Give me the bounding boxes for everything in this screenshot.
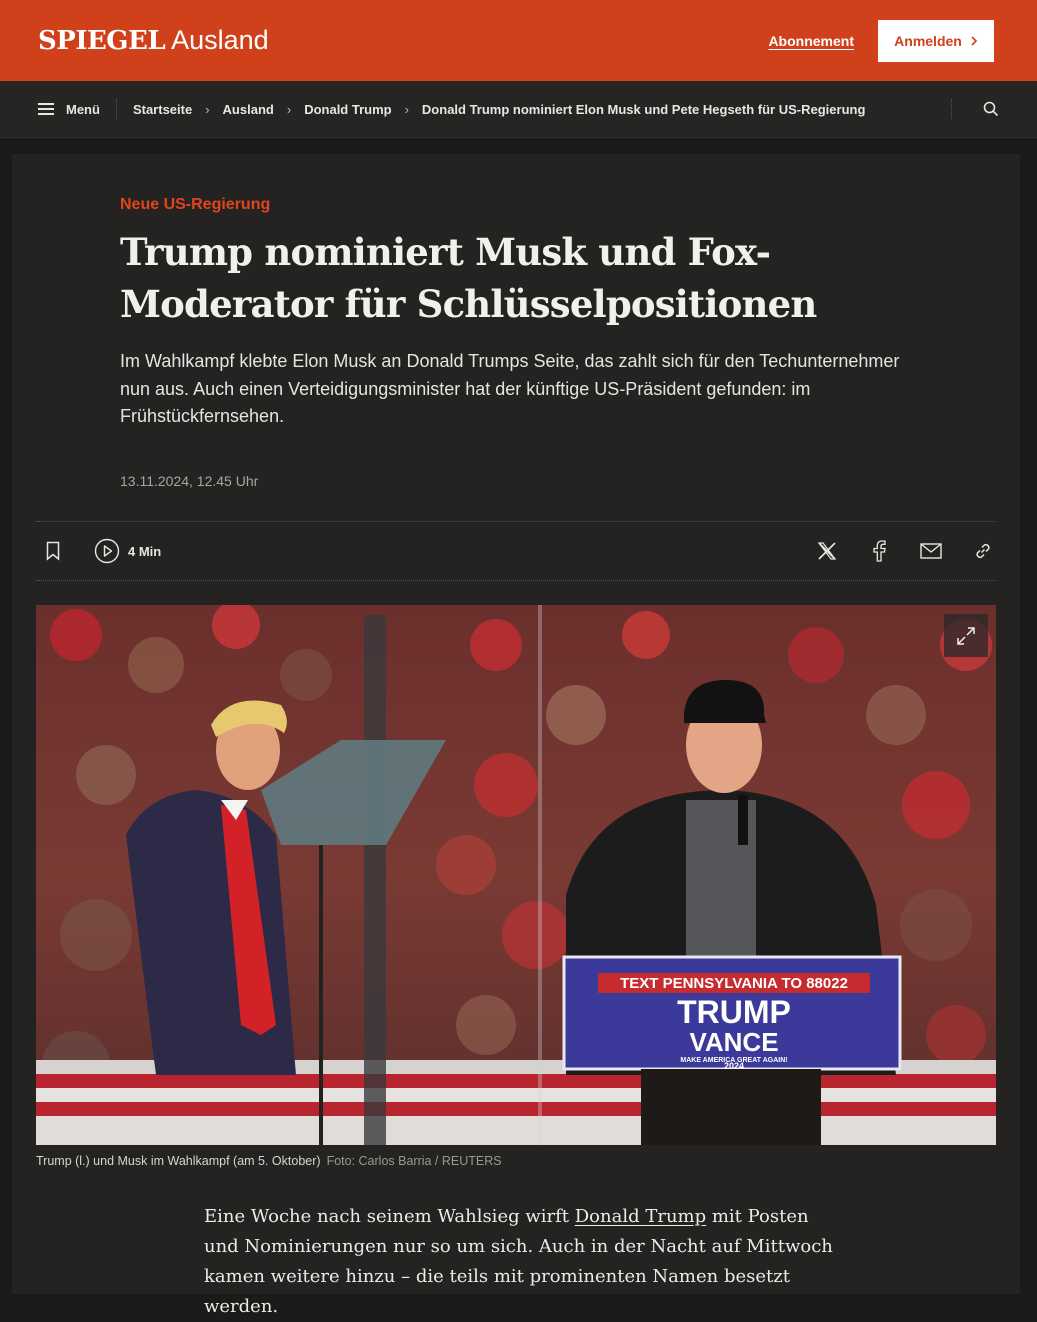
- chevron-right-icon: ›: [404, 101, 409, 117]
- podium-line3: VANCE: [689, 1027, 778, 1057]
- donald-trump-link[interactable]: Donald Trump: [575, 1206, 706, 1227]
- login-label: Anmelden: [894, 32, 962, 49]
- search-button[interactable]: [951, 99, 999, 119]
- article: Neue US-Regierung Trump nominiert Musk u…: [12, 154, 1020, 1317]
- photo-image: TEXT PENNSYLVANIA TO 88022 TRUMP VANCE M…: [36, 605, 996, 1145]
- top-bar: SPIEGEL Ausland Abonnement Anmelden: [0, 0, 1037, 81]
- chevron-right-icon: ›: [205, 101, 210, 117]
- chevron-right-icon: ›: [286, 101, 292, 117]
- listen-duration: 4 Min: [128, 543, 162, 559]
- top-actions: Abonnement Anmelden: [768, 19, 994, 62]
- subscription-link[interactable]: Abonnement: [768, 33, 854, 49]
- body-text-start: Eine Woche nach seinem Wahlsieg wirft: [204, 1206, 575, 1227]
- nav-bar: Menü Startseite › Ausland › Donald Trump…: [0, 81, 1037, 138]
- search-icon: [983, 101, 999, 117]
- chevron-right-icon: [971, 35, 977, 46]
- share-buttons: [816, 540, 996, 562]
- article-header: Neue US-Regierung Trump nominiert Musk u…: [120, 196, 920, 489]
- mail-icon: [920, 543, 942, 559]
- article-lead: Im Wahlkampf klebte Elon Musk an Donald …: [120, 351, 900, 426]
- bookmark-icon: [46, 541, 60, 561]
- x-icon: [817, 542, 837, 560]
- play-icon: [94, 538, 120, 564]
- menu-button[interactable]: Menü: [38, 99, 117, 119]
- breadcrumb-donald-trump[interactable]: Donald Trump: [304, 102, 391, 117]
- expand-icon: [957, 626, 975, 645]
- copy-link-button[interactable]: [972, 540, 994, 562]
- link-icon: [976, 543, 990, 559]
- podium-line1: TEXT PENNSYLVANIA TO 88022: [620, 975, 848, 992]
- article-body: Eine Woche nach seinem Wahlsieg wirft Do…: [204, 1202, 844, 1322]
- podium-line2: TRUMP: [677, 994, 791, 1030]
- share-facebook-button[interactable]: [868, 540, 890, 562]
- article-date: 13.11.2024, 12.45 Uhr: [120, 472, 259, 489]
- breadcrumb-current[interactable]: Donald Trump nominiert Elon Musk und Pet…: [422, 102, 865, 117]
- brand-logo[interactable]: SPIEGEL Ausland: [38, 25, 269, 56]
- hamburger-icon: [38, 103, 54, 115]
- menu-label: Menü: [66, 101, 100, 117]
- toolbar-left: 4 Min: [36, 538, 161, 564]
- expand-button[interactable]: [944, 614, 988, 657]
- share-mail-button[interactable]: [920, 540, 942, 562]
- breadcrumb-startseite[interactable]: Startseite: [133, 102, 192, 117]
- share-x-button[interactable]: [816, 540, 838, 562]
- bookmark-button[interactable]: [42, 540, 64, 562]
- section-title[interactable]: Ausland: [171, 25, 269, 56]
- photo-credit: Foto: Carlos Barria / REUTERS: [326, 1154, 502, 1168]
- breadcrumb-ausland[interactable]: Ausland: [223, 102, 274, 117]
- login-button[interactable]: Anmelden: [878, 19, 994, 62]
- listen-button[interactable]: 4 Min: [94, 538, 161, 564]
- photo-caption: Trump (l.) und Musk im Wahlkampf (am 5. …: [36, 1154, 502, 1168]
- facebook-icon: [873, 540, 886, 562]
- caption-text: Trump (l.) und Musk im Wahlkampf (am 5. …: [36, 1154, 321, 1168]
- article-kicker: Neue US-Regierung: [120, 196, 271, 213]
- article-toolbar: 4 Min: [36, 521, 996, 581]
- article-photo[interactable]: TEXT PENNSYLVANIA TO 88022 TRUMP VANCE M…: [36, 605, 996, 1145]
- breadcrumb: Startseite › Ausland › Donald Trump › Do…: [117, 102, 951, 117]
- spiegel-logo[interactable]: SPIEGEL: [38, 26, 166, 56]
- article-title: Trump nominiert Musk und Fox-Moderator f…: [120, 230, 817, 326]
